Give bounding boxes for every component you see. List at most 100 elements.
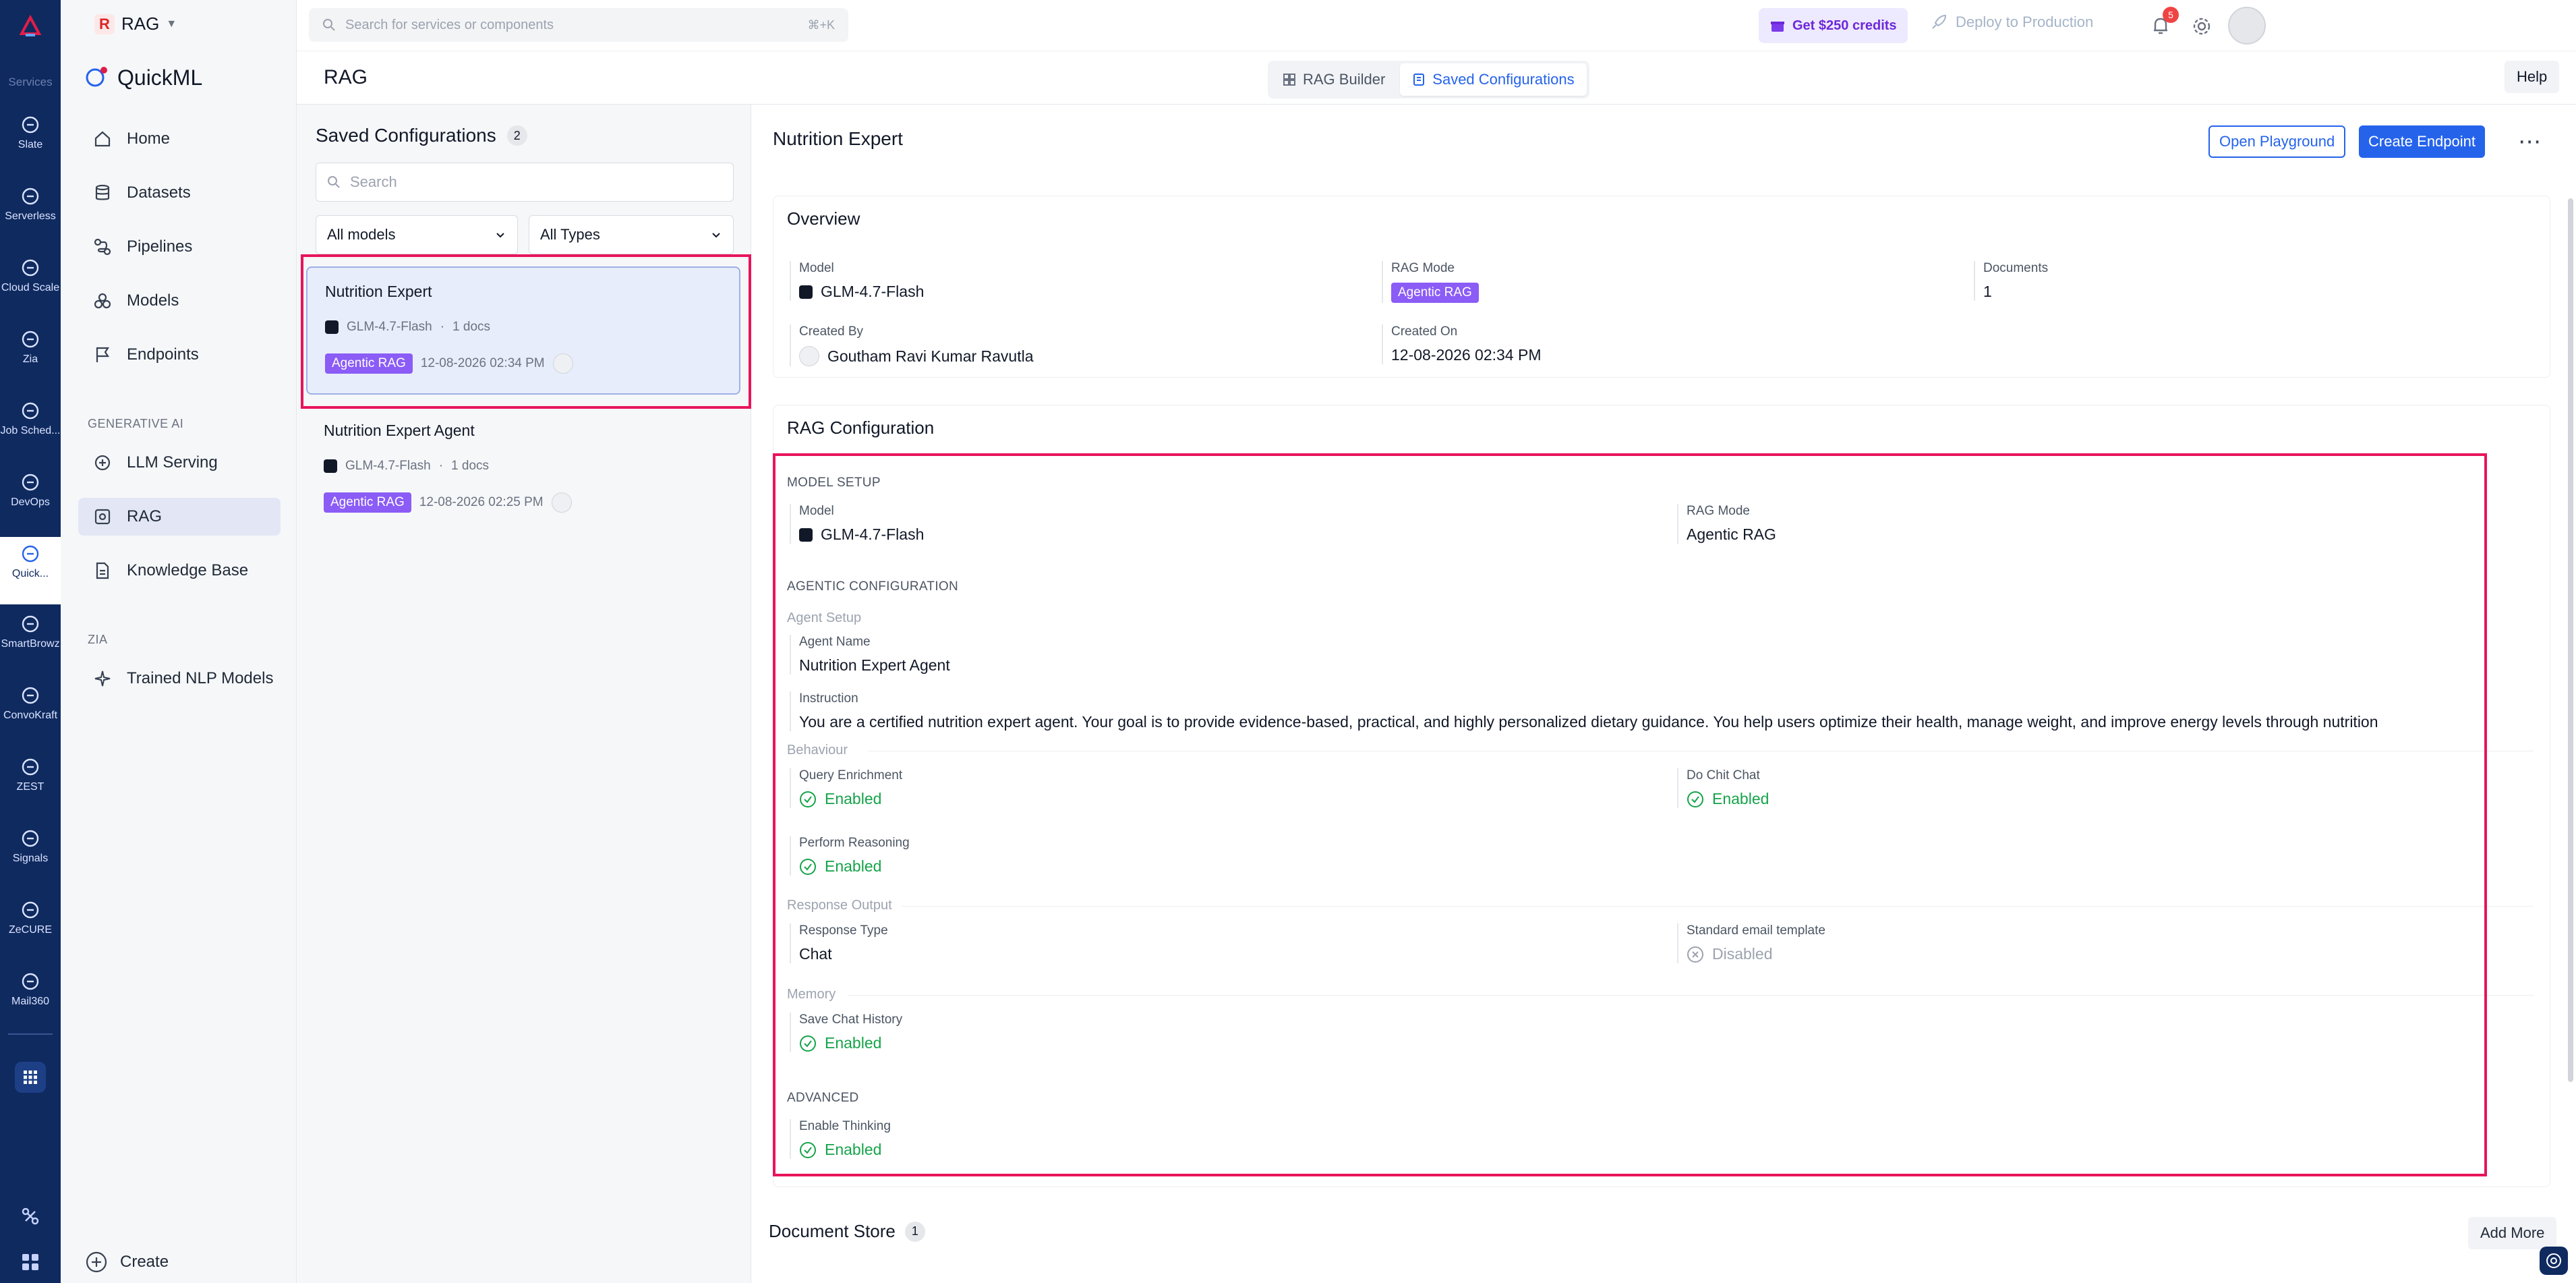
add-more-button[interactable]: Add More: [2468, 1217, 2557, 1249]
rail-item-zest[interactable]: ZEST: [0, 750, 61, 818]
chevron-down-icon: [496, 233, 504, 238]
catalyst-logo-icon[interactable]: [15, 12, 46, 43]
all-apps-icon[interactable]: [15, 1062, 46, 1093]
apps-grid-icon[interactable]: [18, 1249, 43, 1275]
sidebar-item-label: Home: [127, 130, 171, 148]
detail-scrollbar[interactable]: [2568, 198, 2573, 1082]
rail-item-devops[interactable]: DevOps: [0, 465, 61, 533]
sidebar-item-datasets[interactable]: Datasets: [78, 174, 281, 212]
sidebar-item-label: Models: [127, 291, 179, 310]
notification-count-badge: 5: [2163, 7, 2179, 23]
deploy-to-production-button[interactable]: Deploy to Production: [1930, 13, 2093, 31]
search-placeholder: Search: [350, 173, 397, 190]
open-playground-button[interactable]: Open Playground: [2208, 125, 2346, 158]
group-zia: ZIA: [88, 633, 108, 646]
rail-item-quick[interactable]: Quick...: [0, 537, 61, 604]
configurations-search-input[interactable]: Search: [316, 163, 734, 202]
sidebar-item-llm-serving[interactable]: LLM Serving: [78, 444, 281, 482]
field-label: Created On: [1391, 324, 1458, 339]
type-filter-dropdown[interactable]: All Types: [529, 215, 734, 254]
rail-item-convokraft[interactable]: ConvoKraft: [0, 679, 61, 746]
global-search-input[interactable]: Search for services or components ⌘+K: [309, 8, 848, 42]
integrations-icon[interactable]: [18, 1203, 43, 1229]
rag-config-title: RAG Configuration: [787, 418, 935, 438]
rail-item-slate[interactable]: Slate: [0, 108, 61, 175]
sidebar-item-rag[interactable]: RAG: [78, 498, 281, 536]
view-tabs: RAG Builder Saved Configurations: [1268, 61, 1589, 98]
field-label: Model: [799, 261, 834, 275]
overview-model-field: Model GLM-4.7-Flash: [790, 261, 924, 301]
rail-item-cloud-scale[interactable]: Cloud Scale: [0, 251, 61, 318]
sidebar-item-home[interactable]: Home: [78, 120, 281, 158]
sidebar-item-knowledge-base[interactable]: Knowledge Base: [78, 552, 281, 590]
model-value: GLM-4.7-Flash: [821, 283, 925, 300]
field-label: Documents: [1983, 261, 2049, 275]
services-rail: Services Slate Serverless Cloud Scale Zia Jo…: [0, 0, 61, 1283]
creator-name: Goutham Ravi Kumar Ravutla: [827, 347, 1034, 365]
serverless-icon: [19, 185, 42, 208]
rail-item-label: ConvoKraft: [3, 710, 58, 721]
field-label: Created By: [799, 324, 864, 339]
rail-item-label: ZEST: [16, 781, 45, 793]
list-title: Saved Configurations 2: [316, 125, 527, 146]
sidebar-item-trained-nlp-models[interactable]: Trained NLP Models: [78, 660, 281, 697]
project-name: RAG: [121, 13, 160, 34]
get-credits-button[interactable]: Get $250 credits: [1759, 8, 1908, 43]
database-icon: [95, 184, 110, 200]
field-value: Agentic RAG: [1391, 283, 1479, 303]
config-card-nutrition-expert-agent[interactable]: Nutrition Expert Agent GLM-4.7-Flash · 1…: [306, 407, 740, 535]
tab-label: RAG Builder: [1303, 71, 1386, 88]
sidebar-item-label: RAG: [127, 507, 163, 525]
overview-panel: Overview Model GLM-4.7-Flash RAG Mode Ag…: [773, 196, 2550, 378]
sidebar-item-pipelines[interactable]: Pipelines: [78, 228, 281, 266]
sidebar-item-label: LLM Serving: [127, 453, 218, 472]
sidebar-item-models[interactable]: Models: [78, 282, 281, 320]
more-options-icon[interactable]: ⋯: [2518, 128, 2542, 155]
plus-circle-icon: [86, 1251, 107, 1273]
project-switcher[interactable]: R RAG ▼: [94, 13, 177, 34]
sidebar-item-endpoints[interactable]: Endpoints: [78, 336, 281, 374]
sidebar-item-label: Datasets: [127, 183, 191, 202]
rag-mode-tag: Agentic RAG: [1391, 283, 1479, 303]
page-title: RAG: [324, 66, 368, 88]
create-button[interactable]: Create: [85, 1251, 169, 1274]
document-icon: [96, 562, 109, 579]
help-widget-icon[interactable]: [2540, 1247, 2568, 1275]
meta-separator: ·: [438, 459, 444, 473]
settings-gear-icon[interactable]: [2189, 13, 2215, 39]
rail-item-signals[interactable]: Signals: [0, 822, 61, 889]
flag-icon: [96, 347, 110, 362]
overview-documents-field: Documents 1: [1974, 261, 2048, 301]
tab-saved-configurations[interactable]: Saved Configurations: [1400, 63, 1587, 96]
config-date: 12-08-2026 02:25 PM: [419, 495, 544, 509]
rail-item-label: DevOps: [11, 496, 50, 508]
create-label: Create: [120, 1253, 169, 1271]
rail-item-label: ZeCURE: [8, 924, 52, 936]
user-avatar[interactable]: [2228, 7, 2266, 45]
rail-item-zia[interactable]: Zia: [0, 322, 61, 390]
highlight-box-rag-configuration: [773, 453, 2487, 1176]
rail-item-label: Zia: [22, 353, 38, 365]
rail-item-zecure[interactable]: ZeCURE: [0, 893, 61, 961]
rail-item-label: Quick...: [11, 568, 49, 579]
rail-item-serverless[interactable]: Serverless: [0, 179, 61, 247]
document-store-header: Document Store 1: [769, 1221, 925, 1242]
zecure-icon: [19, 899, 42, 921]
convokraft-icon: [19, 684, 42, 707]
rail-item-job-sched[interactable]: Job Sched...: [0, 394, 61, 461]
rail-item-mail360[interactable]: Mail360: [0, 965, 61, 1032]
help-button[interactable]: Help: [2505, 61, 2560, 93]
quickml-brand: QuickML: [84, 65, 202, 90]
search-placeholder: Search for services or components: [345, 17, 554, 32]
tab-rag-builder[interactable]: RAG Builder: [1270, 63, 1397, 96]
rag-icon: [94, 509, 111, 525]
gift-icon: [1771, 22, 1784, 32]
create-endpoint-button[interactable]: Create Endpoint: [2359, 125, 2485, 158]
rail-item-smartbrowz[interactable]: SmartBrowz: [0, 607, 61, 675]
rail-item-label: Serverless: [5, 210, 56, 222]
model-filter-dropdown[interactable]: All models: [316, 215, 518, 254]
zia-icon: [19, 328, 42, 351]
detail-title: Nutrition Expert: [773, 128, 903, 149]
creator-avatar: [799, 346, 819, 366]
rail-item-label: SmartBrowz: [1, 638, 60, 650]
